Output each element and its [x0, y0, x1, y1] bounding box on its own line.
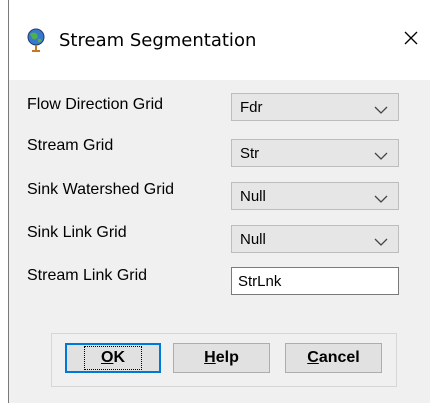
chevron-down-icon: [374, 234, 388, 246]
help-mnemonic: H: [204, 349, 216, 366]
close-icon: [403, 30, 419, 51]
sink-link-grid-label: Sink Link Grid: [27, 224, 127, 241]
stream-grid-value: Str: [240, 145, 260, 162]
flow-direction-grid-select[interactable]: Fdr: [231, 93, 399, 121]
chevron-down-icon: [374, 148, 388, 160]
help-button[interactable]: Help: [173, 343, 270, 373]
help-button-label: Help: [204, 349, 239, 367]
globe-pin-icon: [25, 28, 47, 52]
chevron-down-icon: [374, 102, 388, 114]
ok-mnemonic: O: [100, 349, 114, 366]
window-title: Stream Segmentation: [59, 30, 257, 51]
cancel-button-label: Cancel: [307, 349, 359, 367]
cancel-mnemonic: C: [307, 349, 319, 366]
title-bar[interactable]: Stream Segmentation: [9, 0, 430, 80]
sink-watershed-grid-value: Null: [240, 188, 266, 205]
sink-watershed-grid-label: Sink Watershed Grid: [27, 181, 175, 198]
ok-button[interactable]: OK: [65, 343, 161, 373]
flow-direction-grid-value: Fdr: [240, 99, 263, 116]
stream-segmentation-dialog: Stream Segmentation Flow Direction Grid …: [8, 0, 430, 403]
flow-direction-grid-label: Flow Direction Grid: [27, 96, 164, 113]
stream-grid-label: Stream Grid: [27, 137, 114, 154]
help-label-rest: elp: [215, 349, 239, 366]
sink-link-grid-value: Null: [240, 231, 266, 248]
sink-link-grid-select[interactable]: Null: [231, 225, 399, 253]
close-button[interactable]: [392, 20, 430, 60]
stream-link-grid-value: StrLnk: [238, 273, 282, 290]
sink-watershed-grid-select[interactable]: Null: [231, 182, 399, 210]
ok-label-rest: K: [113, 349, 125, 366]
ok-button-label: OK: [83, 346, 142, 370]
stream-link-grid-label: Stream Link Grid: [27, 267, 148, 284]
cancel-label-rest: ancel: [318, 349, 360, 366]
cancel-button[interactable]: Cancel: [285, 343, 382, 373]
chevron-down-icon: [374, 191, 388, 203]
stream-grid-select[interactable]: Str: [231, 139, 399, 167]
stream-link-grid-input[interactable]: StrLnk: [231, 267, 399, 295]
